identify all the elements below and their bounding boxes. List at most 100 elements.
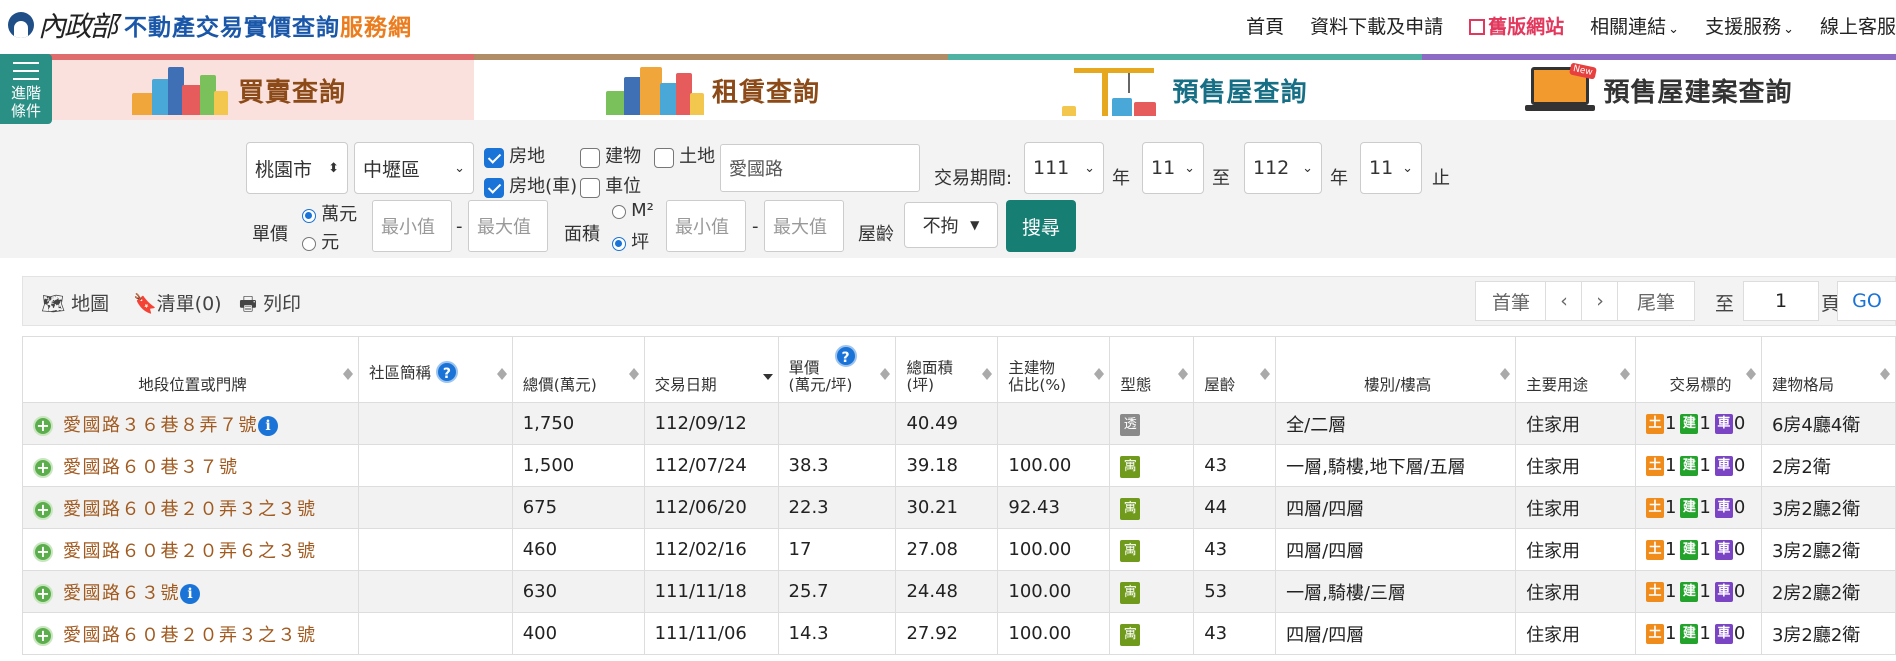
- address-link[interactable]: 愛國路６０巷２０弄３之３號: [63, 625, 317, 646]
- end-month-select[interactable]: 11 ⌄: [1360, 142, 1422, 194]
- land-count: 1: [1664, 497, 1677, 519]
- expand-plus-icon[interactable]: +: [33, 625, 53, 646]
- col-unit-price[interactable]: 單價 (萬元/坪)?: [777, 336, 897, 403]
- first-page-button[interactable]: 首筆: [1475, 281, 1547, 321]
- address-link[interactable]: 愛國路６０巷２０弄６之３號: [63, 541, 317, 562]
- cell-community: [357, 402, 513, 445]
- chevron-down-icon: ⌄: [1184, 160, 1195, 176]
- building-count: 1: [1699, 539, 1711, 561]
- nav-old-site[interactable]: 舊版網站: [1469, 12, 1564, 39]
- expand-plus-icon[interactable]: +: [33, 415, 53, 436]
- site-logo[interactable]: 內政部 不動產交易實價查詢 服務網: [8, 5, 412, 45]
- age-dropdown[interactable]: 不拘 ▼: [904, 202, 998, 248]
- cell-target: 土1建1車0: [1634, 570, 1762, 613]
- type-building[interactable]: 建物: [580, 142, 641, 168]
- col-area[interactable]: 總面積 (坪): [895, 336, 999, 403]
- info-icon[interactable]: i: [180, 583, 200, 604]
- area-min-input[interactable]: 最小值: [666, 200, 746, 252]
- tab-rent[interactable]: 租賃查詢: [474, 54, 948, 120]
- building-count: 1: [1699, 497, 1711, 519]
- expand-plus-icon[interactable]: +: [33, 541, 53, 562]
- map-button[interactable]: 🗺 地圖: [41, 289, 109, 316]
- area-ping-radio[interactable]: 坪: [612, 228, 649, 254]
- col-floor[interactable]: 樓別/樓高: [1275, 336, 1517, 403]
- unit-price-min-input[interactable]: 最小值: [372, 200, 452, 252]
- info-icon[interactable]: i: [258, 415, 278, 436]
- to-label: 至: [1212, 168, 1230, 189]
- start-year-select[interactable]: 111 ⌄: [1024, 142, 1104, 194]
- col-address[interactable]: 地段位置或門牌: [22, 336, 359, 403]
- tab-presale[interactable]: 預售屋查詢: [948, 54, 1422, 120]
- last-page-button[interactable]: 尾筆: [1617, 281, 1695, 321]
- expand-plus-icon[interactable]: +: [33, 499, 53, 520]
- building-type-badge: 寓: [1120, 539, 1141, 562]
- type-parking[interactable]: 車位: [580, 172, 641, 198]
- tab-sale[interactable]: 買賣查詢: [0, 54, 474, 120]
- printer-icon: 🖶: [239, 293, 257, 315]
- address-link[interactable]: 愛國路３６巷８弄７號: [63, 415, 258, 436]
- go-button[interactable]: GO: [1837, 281, 1896, 321]
- cell-area: 27.92: [895, 612, 999, 655]
- table-row[interactable]: + 愛國路６０巷２０弄３之３號 675 112/06/20 22.3 30.21 92.43…: [22, 486, 1896, 529]
- table-row[interactable]: + 愛國路６３號 i 630 111/11/18 25.7 24.48 100.00 寓 53 一層…: [22, 570, 1896, 613]
- col-main-ratio[interactable]: 主建物 佔比(%): [997, 336, 1111, 403]
- address-link[interactable]: 愛國路６３號: [63, 583, 180, 604]
- col-target[interactable]: 交易標的: [1634, 336, 1762, 403]
- cell-total-price: 460: [511, 528, 645, 571]
- unit-wan-radio[interactable]: 萬元: [302, 200, 357, 226]
- tab-presale-project[interactable]: New 預售屋建案查詢: [1422, 54, 1896, 120]
- next-page-button[interactable]: ›: [1581, 281, 1619, 321]
- nav-customer-service[interactable]: 線上客服: [1820, 12, 1896, 39]
- col-age[interactable]: 屋齡: [1193, 336, 1277, 403]
- col-layout[interactable]: 建物格局: [1760, 336, 1896, 403]
- nav-support[interactable]: 支援服務 ⌄: [1705, 12, 1794, 39]
- cell-floor: 全/二層: [1275, 402, 1517, 445]
- nav-home[interactable]: 首頁: [1246, 12, 1284, 39]
- type-land-building[interactable]: 房地: [484, 142, 545, 168]
- cell-community: [357, 486, 513, 529]
- logo-title: 不動產交易實價查詢: [124, 15, 341, 41]
- table-row[interactable]: + 愛國路３６巷８弄７號 i 1,750 112/09/12 40.49 透 全/二層 住家用土…: [22, 402, 1896, 445]
- period-label: 交易期間:: [934, 168, 1013, 189]
- start-month-select[interactable]: 11 ⌄: [1142, 142, 1204, 194]
- advanced-filter-button[interactable]: 進階 條件: [0, 54, 52, 124]
- nav-download[interactable]: 資料下載及申請: [1310, 12, 1443, 39]
- print-button[interactable]: 🖶 列印: [239, 289, 301, 322]
- page-input[interactable]: 1: [1743, 281, 1819, 321]
- cell-type: 透: [1109, 402, 1195, 445]
- col-type[interactable]: 型態: [1109, 336, 1195, 403]
- nav-related-links[interactable]: 相關連結 ⌄: [1590, 12, 1679, 39]
- unit-yuan-radio[interactable]: 元: [302, 228, 339, 254]
- checkbox-icon: [580, 147, 600, 168]
- expand-plus-icon[interactable]: +: [33, 457, 53, 478]
- city-select[interactable]: 桃園市 ⬍: [246, 142, 348, 194]
- col-use[interactable]: 主要用途: [1515, 336, 1636, 403]
- cell-type: 寓: [1109, 486, 1195, 529]
- end-year-select[interactable]: 112 ⌄: [1244, 142, 1322, 194]
- land-badge: 土: [1645, 539, 1664, 560]
- table-row[interactable]: + 愛國路６０巷２０弄６之３號 460 112/02/16 17 27.08 100.00 寓…: [22, 528, 1896, 571]
- table-row[interactable]: + 愛國路６０巷３７號 1,500 112/07/24 38.3 39.18 100.00 寓…: [22, 444, 1896, 487]
- type-land-building-parking[interactable]: 房地(車): [484, 172, 577, 198]
- address-link[interactable]: 愛國路６０巷２０弄３之３號: [63, 499, 317, 520]
- external-link-icon: [1469, 18, 1486, 35]
- goto-label: 至: [1715, 293, 1735, 315]
- table-row[interactable]: + 愛國路６０巷２０弄３之３號 400 111/11/06 14.3 27.92 100.0…: [22, 612, 1896, 655]
- area-max-input[interactable]: 最大值: [764, 200, 844, 252]
- map-icon: 🗺: [41, 293, 66, 315]
- list-button[interactable]: 🔖清單(0): [133, 289, 222, 316]
- cell-area: 39.18: [895, 444, 999, 487]
- expand-plus-icon[interactable]: +: [33, 583, 53, 604]
- results-table: 地段位置或門牌 社區簡稱 ? 總價(萬元) 交易日期 單價 (萬元/坪)? 總面…: [22, 336, 1896, 655]
- search-button[interactable]: 搜尋: [1006, 200, 1076, 252]
- area-m2-radio[interactable]: M²: [612, 200, 654, 221]
- col-date[interactable]: 交易日期: [643, 336, 779, 403]
- road-input[interactable]: 愛國路: [720, 144, 920, 192]
- col-community[interactable]: 社區簡稱 ?: [357, 336, 513, 403]
- col-total-price[interactable]: 總價(萬元): [511, 336, 645, 403]
- unit-price-max-input[interactable]: 最大值: [468, 200, 548, 252]
- type-land[interactable]: 土地: [654, 142, 715, 168]
- district-select[interactable]: 中壢區 ⌄: [354, 142, 474, 194]
- address-link[interactable]: 愛國路６０巷３７號: [63, 457, 239, 478]
- prev-page-button[interactable]: ‹: [1545, 281, 1583, 321]
